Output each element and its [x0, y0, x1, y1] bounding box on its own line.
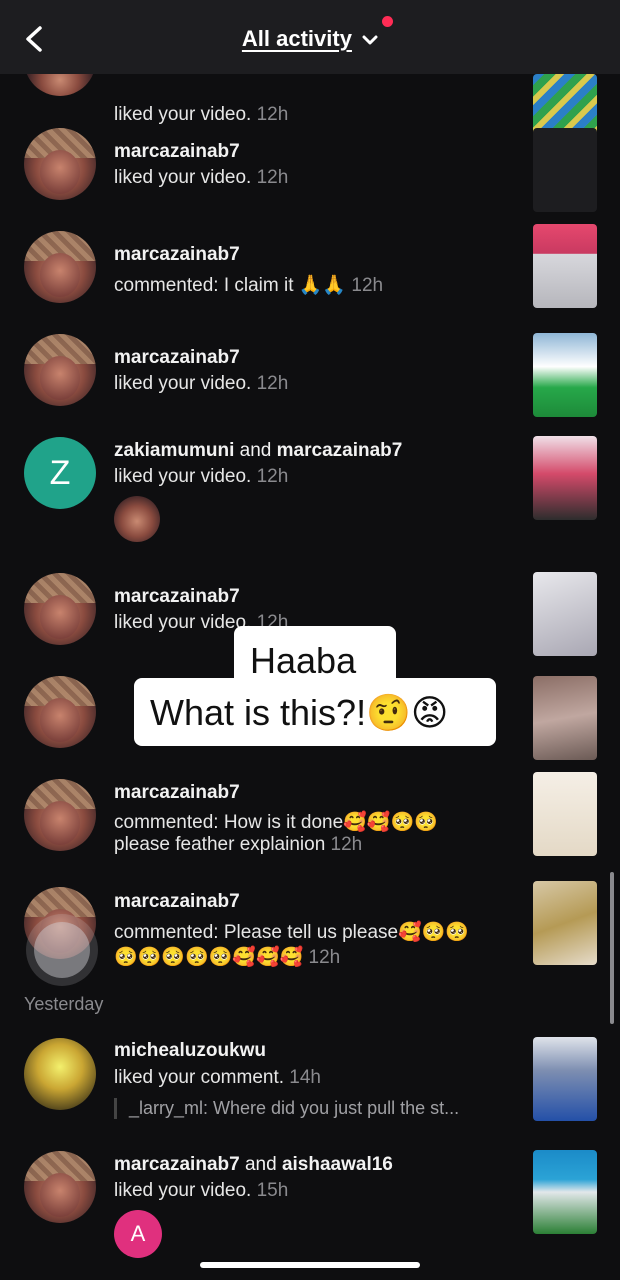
avatar[interactable] — [24, 779, 96, 851]
username[interactable]: marcazainab7 — [114, 782, 240, 804]
username[interactable]: marcazainab7 — [114, 347, 240, 369]
video-thumbnail[interactable] — [533, 676, 597, 760]
username[interactable]: marcazainab7 — [114, 891, 240, 913]
video-thumbnail[interactable] — [533, 333, 597, 417]
scrollbar[interactable] — [610, 872, 614, 1024]
avatar[interactable] — [24, 334, 96, 406]
video-thumbnail[interactable] — [533, 1037, 597, 1121]
action-text: liked your video. — [114, 466, 252, 487]
page-title: All activity — [241, 26, 352, 51]
username[interactable]: marcazainab7 — [114, 586, 240, 608]
activity-filter-dropdown[interactable]: All activity — [0, 26, 620, 52]
conjunction-text: and — [239, 440, 272, 461]
avatar[interactable] — [24, 128, 96, 200]
timestamp: 12h — [351, 275, 384, 296]
video-thumbnail[interactable] — [533, 128, 597, 212]
action-text: liked your video. — [114, 104, 252, 125]
small-avatar[interactable] — [114, 496, 160, 542]
small-avatar[interactable]: A — [114, 1210, 162, 1258]
comment-text: commented: How is it done🥰🥰🥺🥺 — [114, 812, 438, 833]
video-thumbnail[interactable] — [533, 881, 597, 965]
conjunction-text: and — [244, 1154, 277, 1175]
video-thumbnail[interactable] — [533, 1150, 597, 1234]
video-thumbnail[interactable] — [533, 772, 597, 856]
timestamp: 12h — [308, 947, 341, 968]
timestamp: 12h — [330, 834, 363, 855]
action-text: liked your video. — [114, 167, 252, 188]
timestamp: 12h — [256, 466, 289, 487]
action-text: liked your comment. — [114, 1067, 285, 1088]
section-header-yesterday: Yesterday — [24, 994, 104, 1014]
quoted-comment: _larry_ml: Where did you just pull the s… — [114, 1098, 459, 1119]
video-thumbnail[interactable] — [533, 572, 597, 656]
avatar-letter: Z — [49, 453, 71, 492]
action-text: liked your video. — [114, 373, 252, 394]
avatar[interactable] — [24, 573, 96, 645]
username[interactable]: michealuzoukwu — [114, 1040, 266, 1062]
comment-text: commented: Please tell us please🥰🥺🥺 — [114, 922, 470, 943]
username[interactable]: marcazainab7 — [114, 244, 240, 266]
action-text: commented: I claim it 🙏🙏 — [114, 275, 347, 296]
notification-dot — [382, 16, 393, 27]
timestamp: 12h — [256, 167, 289, 188]
action-text: liked your video. — [114, 1180, 252, 1201]
timestamp: 12h — [256, 104, 289, 125]
avatar[interactable] — [24, 1038, 96, 1110]
avatar-letter: A — [130, 1221, 146, 1246]
timestamp: 15h — [256, 1180, 289, 1201]
username[interactable]: aishaawal16 — [282, 1154, 393, 1175]
caption-text: Haaba — [250, 640, 357, 681]
header-bar: All activity — [0, 0, 620, 74]
assistive-touch-button[interactable] — [34, 922, 90, 978]
username[interactable]: marcazainab7 — [114, 1154, 240, 1175]
username[interactable]: marcazainab7 — [277, 440, 403, 461]
avatar[interactable]: Z — [24, 437, 96, 509]
comment-text-continued: 🥺🥺🥺🥺🥺🥰🥰🥰 — [114, 947, 304, 968]
avatar[interactable] — [24, 231, 96, 303]
comment-text-continued: please feather explainion — [114, 834, 326, 855]
username[interactable]: marcazainab7 — [114, 141, 240, 163]
home-indicator[interactable] — [200, 1262, 420, 1268]
action-text: liked your video. — [114, 612, 252, 633]
caption-text: What is this?!🤨😡 — [150, 692, 449, 733]
avatar[interactable] — [24, 676, 96, 748]
video-thumbnail[interactable] — [533, 224, 597, 308]
timestamp: 12h — [256, 373, 289, 394]
caption-overlay-line2: What is this?!🤨😡 — [134, 678, 496, 746]
timestamp: 14h — [289, 1067, 321, 1088]
avatar[interactable] — [24, 1151, 96, 1223]
username[interactable]: zakiamumuni — [114, 440, 234, 461]
video-thumbnail[interactable] — [533, 436, 597, 520]
chevron-down-icon — [362, 35, 378, 45]
